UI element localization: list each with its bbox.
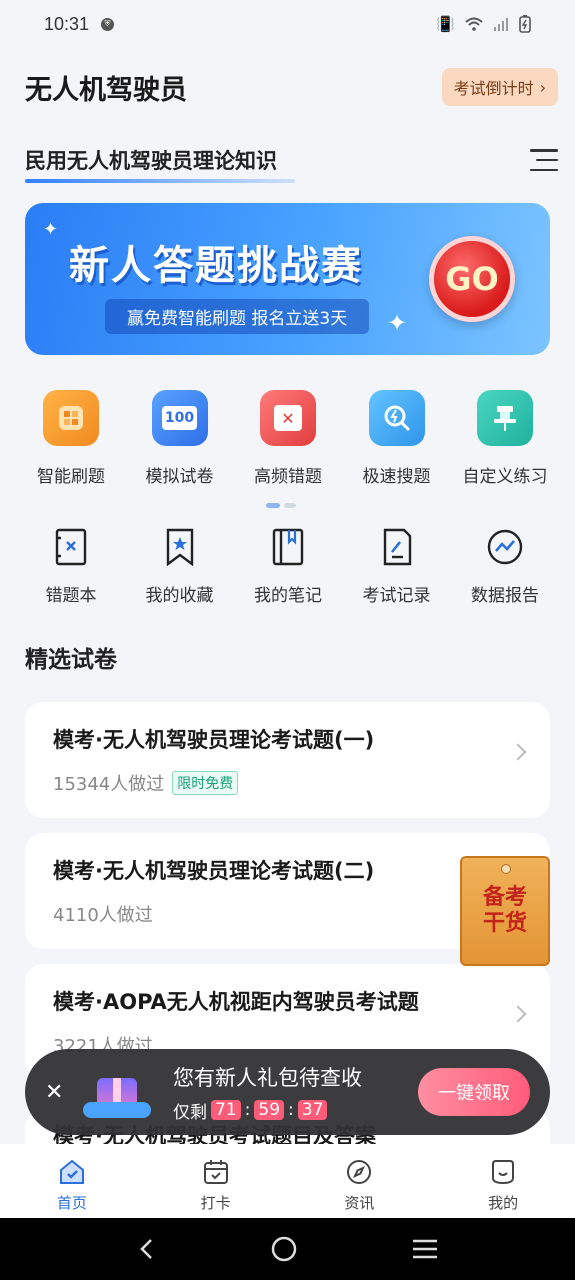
custom-practice-icon	[477, 390, 533, 446]
back-icon[interactable]	[137, 1237, 157, 1261]
free-badge: 限时免费	[172, 771, 239, 795]
close-icon[interactable]: ✕	[45, 1080, 69, 1105]
banner-headline: 新人答题挑战赛	[69, 243, 363, 289]
feature-smart-practice[interactable]: 智能刷题	[18, 390, 124, 487]
feature-mock-exam[interactable]: 100 模拟试卷	[127, 390, 233, 487]
tool-data-report[interactable]: 数据报告	[452, 527, 558, 606]
paper-title: 模考·AOPA无人机视距内驾驶员考试题	[53, 990, 419, 1014]
paper-card[interactable]: 模考·无人机驾驶员理论考试题(一) 15344人做过 限时免费	[25, 702, 550, 818]
paper-title: 模考·无人机驾驶员理论考试题(二)	[53, 859, 375, 883]
battery-icon	[519, 15, 531, 33]
tool-label: 我的笔记	[254, 586, 322, 606]
shield-status-icon: ⛨	[101, 17, 115, 31]
timer-minutes: 59	[254, 1100, 285, 1120]
favorites-icon	[161, 527, 199, 567]
status-bar: 10:31 ⛨ 📳	[0, 0, 575, 48]
frequent-mistakes-icon: ✕	[260, 390, 316, 446]
subject-name[interactable]: 民用无人机驾驶员理论知识	[25, 145, 295, 183]
paper-title: 模考·无人机驾驶员理论考试题(一)	[53, 728, 375, 752]
go-button[interactable]: GO	[429, 236, 515, 322]
compass-icon	[347, 1160, 372, 1184]
timer-seconds: 37	[297, 1100, 328, 1120]
tool-notes[interactable]: 我的笔记	[235, 527, 341, 606]
menu-list-icon[interactable]	[530, 149, 558, 171]
tool-exam-record[interactable]: 考试记录	[344, 527, 450, 606]
tool-label: 数据报告	[471, 586, 539, 606]
exam-record-icon	[378, 527, 416, 567]
timer-prefix: 仅剩	[173, 1102, 207, 1123]
feature-label: 模拟试卷	[145, 467, 214, 487]
new-user-gift-toast: ✕ 您有新人礼包待查收 仅剩 71: 59: 37 一键领取	[25, 1049, 550, 1135]
timer-hours: 71	[211, 1100, 241, 1120]
smart-practice-icon	[43, 390, 99, 446]
tool-favorites[interactable]: 我的收藏	[127, 527, 233, 606]
envelope-line1: 备考	[482, 885, 527, 910]
app-header: 无人机驾驶员 考试倒计时 ›	[25, 64, 558, 110]
wifi-icon	[465, 17, 483, 31]
claim-button[interactable]: 一键领取	[418, 1068, 530, 1116]
data-report-icon	[486, 527, 524, 567]
recents-icon[interactable]	[411, 1237, 439, 1261]
system-nav-bar	[0, 1218, 575, 1280]
profile-icon	[492, 1160, 515, 1185]
paper-count: 15344人做过	[53, 774, 165, 795]
sparkle-icon: ✦	[387, 309, 408, 337]
tool-label: 我的收藏	[145, 586, 214, 606]
status-time: 10:31	[44, 13, 90, 34]
page-indicator	[266, 503, 296, 508]
tab-checkin[interactable]: 打卡	[144, 1144, 288, 1218]
subject-bar: 民用无人机驾驶员理论知识	[25, 140, 558, 183]
signal-icon	[494, 18, 508, 31]
mistake-book-icon	[52, 527, 90, 567]
promo-banner[interactable]: ✦ ✦ 新人答题挑战赛 赢免费智能刷题 报名立送3天 GO	[25, 203, 550, 355]
mock-exam-icon: 100	[151, 390, 208, 446]
tab-home[interactable]: 首页	[0, 1144, 144, 1218]
tab-label: 资讯	[344, 1194, 375, 1212]
notes-icon	[269, 527, 307, 567]
exam-countdown-label: 考试倒计时	[453, 79, 534, 98]
tab-label: 打卡	[200, 1194, 231, 1212]
gift-title: 您有新人礼包待查收	[173, 1065, 362, 1090]
feature-label: 高频错题	[254, 467, 322, 487]
feature-label: 自定义练习	[462, 467, 548, 487]
feature-quick-search[interactable]: 极速搜题	[344, 390, 450, 487]
status-icons: 📳	[436, 15, 531, 33]
tab-label: 我的	[488, 1194, 519, 1212]
tool-mistake-book[interactable]: 错题本	[18, 527, 124, 606]
feature-grid: 智能刷题 100 模拟试卷 ✕ 高频错题 极速搜题 自定义练习	[18, 390, 558, 487]
tool-label: 考试记录	[362, 586, 431, 606]
envelope-clasp	[501, 864, 511, 874]
vibrate-icon: 📳	[436, 15, 455, 33]
feature-label: 极速搜题	[362, 467, 431, 487]
exam-countdown-button[interactable]: 考试倒计时 ›	[441, 68, 558, 106]
tools-grid: 错题本 我的收藏 我的笔记 考试记录 数据报告	[18, 527, 558, 606]
sparkle-icon: ✦	[43, 219, 59, 240]
feature-frequent-mistakes[interactable]: ✕ 高频错题	[235, 390, 341, 487]
home-circle-icon[interactable]	[270, 1235, 298, 1263]
bottom-tab-bar: 首页 打卡 资讯 我的	[0, 1144, 575, 1218]
tab-label: 首页	[56, 1194, 87, 1212]
page-title: 无人机驾驶员	[25, 74, 187, 106]
envelope-line2: 干货	[482, 911, 527, 936]
gift-icon	[83, 1062, 153, 1122]
gift-timer: 仅剩 71: 59: 37	[173, 1098, 362, 1123]
quick-search-icon	[368, 390, 425, 446]
tab-profile[interactable]: 我的	[431, 1144, 575, 1218]
banner-subtitle: 赢免费智能刷题 报名立送3天	[105, 299, 370, 334]
calendar-icon	[203, 1160, 228, 1184]
feature-custom-practice[interactable]: 自定义练习	[452, 390, 558, 487]
study-materials-envelope[interactable]: 备考 干货	[460, 856, 550, 966]
tool-label: 错题本	[45, 586, 97, 606]
tab-news[interactable]: 资讯	[288, 1144, 432, 1218]
chevron-right-icon: ›	[539, 77, 546, 97]
section-title: 精选试卷	[25, 647, 117, 673]
paper-count: 4110人做过	[53, 905, 153, 926]
feature-label: 智能刷题	[37, 467, 105, 487]
home-icon	[59, 1159, 84, 1184]
